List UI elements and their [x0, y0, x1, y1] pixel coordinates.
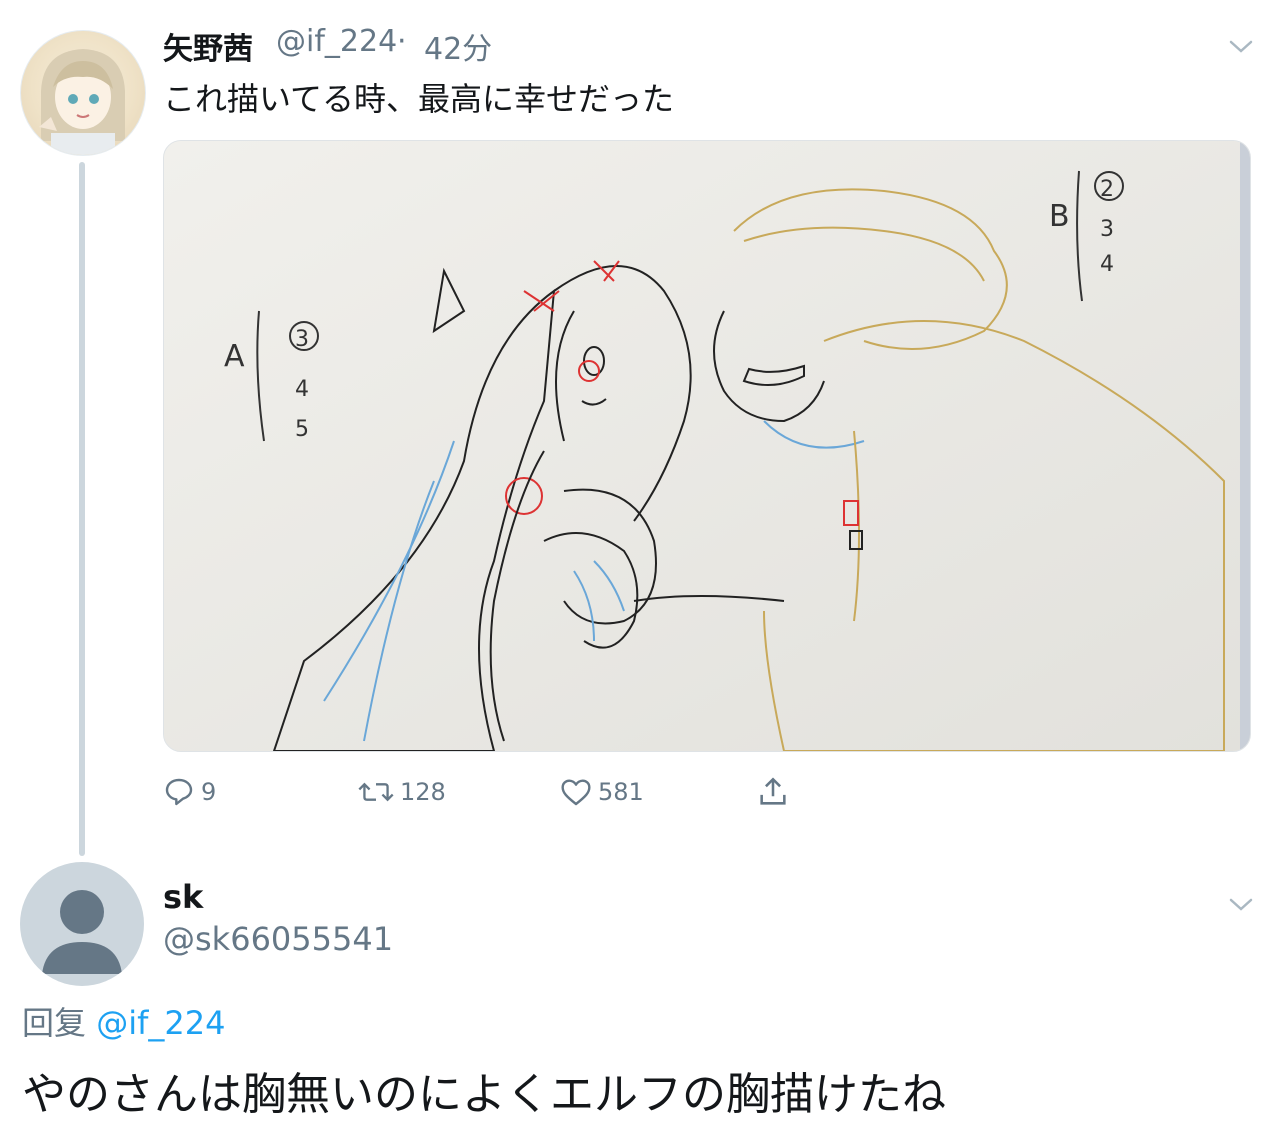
default-avatar[interactable] [20, 862, 144, 986]
chevron-down-icon[interactable] [1227, 890, 1255, 918]
reply-author-name[interactable]: sk [163, 878, 203, 916]
reply-author-handle[interactable]: @sk66055541 [163, 920, 393, 958]
thread-connector [79, 162, 85, 856]
sketch-label-a: A [224, 339, 245, 374]
sketch-drawing: A 3 4 5 B 2 3 4 [164, 141, 1250, 751]
tweet-timestamp[interactable]: 42分 [424, 24, 492, 68]
like-button[interactable]: 581 [560, 772, 644, 812]
sketch-number: 3 [1100, 217, 1114, 242]
retweet-button[interactable]: 128 [358, 772, 446, 812]
sketch-number: 5 [295, 417, 309, 442]
share-button[interactable] [756, 772, 790, 812]
author-name[interactable]: 矢野茜 [163, 24, 253, 68]
share-icon [760, 777, 786, 805]
chevron-down-icon[interactable] [1227, 32, 1255, 60]
sketch-number: 4 [295, 377, 309, 402]
tweet-text: これ描いてる時、最高に幸せだった [163, 80, 675, 118]
avatar-illustration [39, 49, 125, 155]
reply-text: やのさんは胸無いのによくエルフの胸描けたね [22, 1069, 946, 1120]
replying-to-line: 回复 @if_224 [22, 998, 225, 1044]
retweet-icon [358, 782, 394, 802]
heart-icon [561, 779, 591, 806]
separator-dot: · [397, 24, 407, 59]
sketch-number: 4 [1100, 252, 1114, 277]
sketch-number: 2 [1100, 177, 1114, 202]
reply-button[interactable]: 9 [163, 772, 216, 812]
reply-icon [165, 778, 193, 806]
sketch-number: 3 [295, 327, 309, 352]
reply-prefix: 回复 [22, 1004, 87, 1042]
retweet-count: 128 [400, 778, 446, 806]
sketch-label-b: B [1049, 199, 1070, 234]
reply-mention-link[interactable]: @if_224 [96, 1004, 225, 1042]
person-silhouette-icon [42, 890, 122, 974]
like-count: 581 [598, 778, 644, 806]
author-handle[interactable]: @if_224 [276, 24, 397, 59]
tweet-media-image[interactable]: A 3 4 5 B 2 3 4 [163, 140, 1251, 752]
reply-count: 9 [201, 778, 217, 806]
author-avatar[interactable] [20, 30, 146, 156]
